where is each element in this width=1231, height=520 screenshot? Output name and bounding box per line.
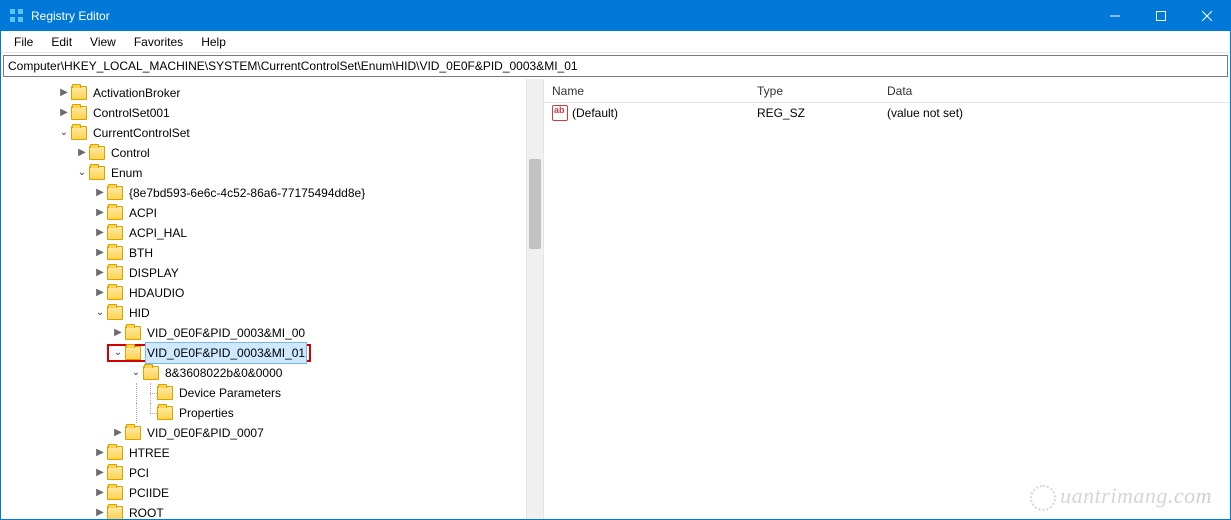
chevron-right-icon[interactable]: ▶: [93, 283, 107, 303]
tree-node-vid-mi00[interactable]: ▶ VID_0E0F&PID_0003&MI_00: [3, 323, 543, 343]
value-data: (value not set): [879, 106, 1230, 120]
menubar: File Edit View Favorites Help: [1, 31, 1230, 53]
folder-icon: [107, 466, 123, 480]
tree-node-display[interactable]: ▶ DISPLAY: [3, 263, 543, 283]
folder-icon: [125, 426, 141, 440]
watermark: uantrimang.com: [1030, 483, 1212, 511]
folder-icon: [71, 86, 87, 100]
chevron-right-icon[interactable]: ▶: [93, 223, 107, 243]
chevron-right-icon[interactable]: ▶: [111, 323, 125, 343]
chevron-down-icon[interactable]: ⌄: [57, 123, 71, 143]
folder-icon: [107, 506, 123, 519]
chevron-down-icon[interactable]: ⌄: [111, 343, 125, 363]
folder-icon: [71, 106, 87, 120]
folder-icon: [107, 486, 123, 500]
tree-node-activationbroker[interactable]: ▶ ActivationBroker: [3, 83, 543, 103]
tree-node-bth[interactable]: ▶ BTH: [3, 243, 543, 263]
registry-tree[interactable]: ▶ ActivationBroker ▶ ControlSet001 ⌄ Cur…: [1, 83, 543, 519]
chevron-right-icon[interactable]: ▶: [93, 463, 107, 483]
value-name: (Default): [572, 106, 618, 120]
menu-help[interactable]: Help: [192, 33, 235, 51]
folder-icon: [125, 346, 141, 360]
chevron-right-icon[interactable]: ▶: [93, 263, 107, 283]
folder-icon: [107, 246, 123, 260]
menu-favorites[interactable]: Favorites: [125, 33, 192, 51]
chevron-right-icon[interactable]: ▶: [93, 483, 107, 503]
window-title: Registry Editor: [31, 9, 110, 23]
tree-node-controlset001[interactable]: ▶ ControlSet001: [3, 103, 543, 123]
tree-scrollbar[interactable]: [526, 79, 543, 519]
maximize-button[interactable]: [1138, 1, 1184, 31]
tree-node-currentcontrolset[interactable]: ⌄ CurrentControlSet: [3, 123, 543, 143]
tree-node-pci[interactable]: ▶ PCI: [3, 463, 543, 483]
regedit-icon: [9, 8, 25, 24]
folder-icon: [107, 206, 123, 220]
folder-icon: [107, 306, 123, 320]
tree-node-root[interactable]: ▶ ROOT: [3, 503, 543, 519]
tree-node-guid[interactable]: ▶ {8e7bd593-6e6c-4c52-86a6-77175494dd8e}: [3, 183, 543, 203]
chevron-right-icon[interactable]: ▶: [75, 143, 89, 163]
tree-node-instance[interactable]: ⌄ 8&3608022b&0&0000: [3, 363, 543, 383]
tree-node-properties[interactable]: Properties: [3, 403, 543, 423]
chevron-right-icon[interactable]: ▶: [93, 203, 107, 223]
tree-node-vid-0007[interactable]: ▶ VID_0E0F&PID_0007: [3, 423, 543, 443]
chevron-right-icon[interactable]: ▶: [93, 503, 107, 519]
tree-node-htree[interactable]: ▶ HTREE: [3, 443, 543, 463]
folder-icon: [143, 366, 159, 380]
list-header[interactable]: Name Type Data: [544, 79, 1230, 103]
column-header-type[interactable]: Type: [749, 84, 879, 98]
highlight-box: ⌄ VID_0E0F&PID_0003&MI_01: [107, 344, 311, 362]
tree-node-acpi[interactable]: ▶ ACPI: [3, 203, 543, 223]
tree-node-hdaudio[interactable]: ▶ HDAUDIO: [3, 283, 543, 303]
folder-icon: [107, 226, 123, 240]
folder-icon: [89, 146, 105, 160]
chevron-right-icon[interactable]: ▶: [93, 183, 107, 203]
menu-file[interactable]: File: [5, 33, 42, 51]
chevron-right-icon[interactable]: ▶: [93, 443, 107, 463]
chevron-right-icon[interactable]: ▶: [57, 83, 71, 103]
titlebar: Registry Editor: [1, 1, 1230, 31]
chevron-down-icon[interactable]: ⌄: [129, 363, 143, 383]
list-row-default[interactable]: (Default) REG_SZ (value not set): [544, 103, 1230, 123]
tree-node-enum[interactable]: ⌄ Enum: [3, 163, 543, 183]
tree-node-hid[interactable]: ⌄ HID: [3, 303, 543, 323]
chevron-down-icon[interactable]: ⌄: [75, 163, 89, 183]
column-header-name[interactable]: Name: [544, 84, 749, 98]
folder-icon: [125, 326, 141, 340]
menu-view[interactable]: View: [81, 33, 125, 51]
address-bar[interactable]: Computer\HKEY_LOCAL_MACHINE\SYSTEM\Curre…: [3, 55, 1228, 77]
column-header-data[interactable]: Data: [879, 84, 1230, 98]
folder-icon: [71, 126, 87, 140]
chevron-right-icon[interactable]: ▶: [93, 243, 107, 263]
menu-edit[interactable]: Edit: [42, 33, 81, 51]
tree-node-control[interactable]: ▶ Control: [3, 143, 543, 163]
folder-icon: [107, 446, 123, 460]
folder-icon: [107, 186, 123, 200]
tree-node-acpi-hal[interactable]: ▶ ACPI_HAL: [3, 223, 543, 243]
chevron-right-icon[interactable]: ▶: [57, 103, 71, 123]
value-type: REG_SZ: [749, 106, 879, 120]
tree-pane: ▶ ActivationBroker ▶ ControlSet001 ⌄ Cur…: [1, 79, 544, 519]
folder-icon: [107, 266, 123, 280]
folder-icon: [89, 166, 105, 180]
lightbulb-icon: [1030, 485, 1056, 511]
tree-node-pciide[interactable]: ▶ PCIIDE: [3, 483, 543, 503]
close-button[interactable]: [1184, 1, 1230, 31]
folder-icon: [107, 286, 123, 300]
tree-node-vid-mi01[interactable]: ⌄ VID_0E0F&PID_0003&MI_01: [3, 343, 543, 363]
tree-node-device-parameters[interactable]: Device Parameters: [3, 383, 543, 403]
minimize-button[interactable]: [1092, 1, 1138, 31]
folder-icon: [157, 406, 173, 420]
folder-icon: [157, 386, 173, 400]
address-text: Computer\HKEY_LOCAL_MACHINE\SYSTEM\Curre…: [8, 59, 578, 73]
value-list-pane: Name Type Data (Default) REG_SZ (value n…: [544, 79, 1230, 519]
main-area: ▶ ActivationBroker ▶ ControlSet001 ⌄ Cur…: [1, 79, 1230, 519]
string-value-icon: [552, 105, 568, 121]
chevron-right-icon[interactable]: ▶: [111, 423, 125, 443]
chevron-down-icon[interactable]: ⌄: [93, 303, 107, 323]
scrollbar-thumb[interactable]: [529, 159, 541, 249]
